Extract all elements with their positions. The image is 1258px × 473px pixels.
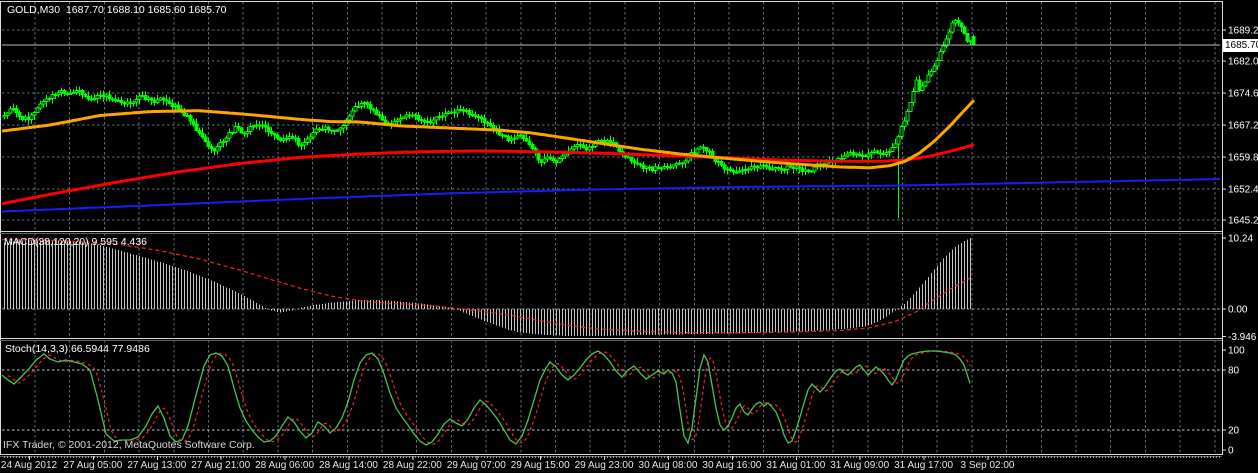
chart-title: GOLD,M30 1687.70 1688.10 1685.60 1685.70 xyxy=(7,4,227,16)
time-axis-label: 28 Aug 06:00 xyxy=(255,460,314,471)
time-axis-label: 31 Aug 09:00 xyxy=(830,460,889,471)
time-axis-label: 29 Aug 07:00 xyxy=(447,460,506,471)
time-axis-label: 31 Aug 01:00 xyxy=(766,460,825,471)
macd-indicator-label: MACD(38,120,20) 9.595 4.436 xyxy=(4,236,148,248)
time-axis-label: 24 Aug 2012 xyxy=(1,460,58,471)
panel-borders xyxy=(0,1,1223,457)
copyright-label: IFX Trader, © 2001-2012, MetaQuotes Soft… xyxy=(3,439,255,451)
time-axis-label: 30 Aug 16:00 xyxy=(702,460,761,471)
price-axis-label: 1652.40 xyxy=(1228,184,1258,195)
ma-slow-blue-line xyxy=(1,178,1221,213)
price-axis-label: 1689.20 xyxy=(1228,25,1258,36)
time-axis-label: 28 Aug 14:00 xyxy=(319,460,378,471)
ma-medium-red-line xyxy=(1,143,975,206)
price-axis-label: 1682.00 xyxy=(1228,57,1258,68)
time-axis-label: 28 Aug 22:00 xyxy=(383,460,442,471)
chart-canvas[interactable]: 1689.20 1682.00 1674.60 1667.20 1659.80 1652.… xyxy=(0,0,1258,473)
stoch-axis-label: 20 xyxy=(1228,426,1240,437)
current-price-tag: 1685.70 xyxy=(1223,39,1258,52)
time-axis-label: 31 Aug 17:00 xyxy=(894,460,953,471)
trading-chart-window: 1689.20 1682.00 1674.60 1667.20 1659.80 1652.… xyxy=(0,0,1258,473)
candlesticks xyxy=(2,16,976,219)
time-axis-label: 27 Aug 05:00 xyxy=(63,460,122,471)
time-axis-label: 3 Sep 02:00 xyxy=(961,460,1015,471)
price-axis-label: 1659.80 xyxy=(1228,152,1258,163)
price-axis-label: 1645.20 xyxy=(1228,216,1258,227)
time-axis-label: 29 Aug 23:00 xyxy=(575,460,634,471)
stoch-axis-label: 80 xyxy=(1228,366,1240,377)
stoch-axis-label: 100 xyxy=(1228,346,1245,357)
time-axis-label: 30 Aug 08:00 xyxy=(639,460,698,471)
time-axis-label: 27 Aug 13:00 xyxy=(127,460,186,471)
price-axis-label: 1674.60 xyxy=(1228,88,1258,99)
time-axis-label: 29 Aug 15:00 xyxy=(511,460,570,471)
macd-axis-label: 0.00 xyxy=(1228,305,1248,316)
grid-lines xyxy=(2,2,1220,454)
ma-fast-orange-line xyxy=(1,99,976,170)
price-axis-label: 1667.20 xyxy=(1228,120,1258,131)
macd-axis-label: 10.24 xyxy=(1228,233,1253,244)
macd-axis-label: -3.946 xyxy=(1228,332,1257,343)
stoch-axis-label: 0 xyxy=(1228,446,1234,457)
macd-histogram xyxy=(4,237,971,337)
stoch-indicator-label: Stoch(14,3,3) 66.5944 77.9486 xyxy=(5,343,150,355)
time-axis-label: 27 Aug 21:00 xyxy=(191,460,250,471)
